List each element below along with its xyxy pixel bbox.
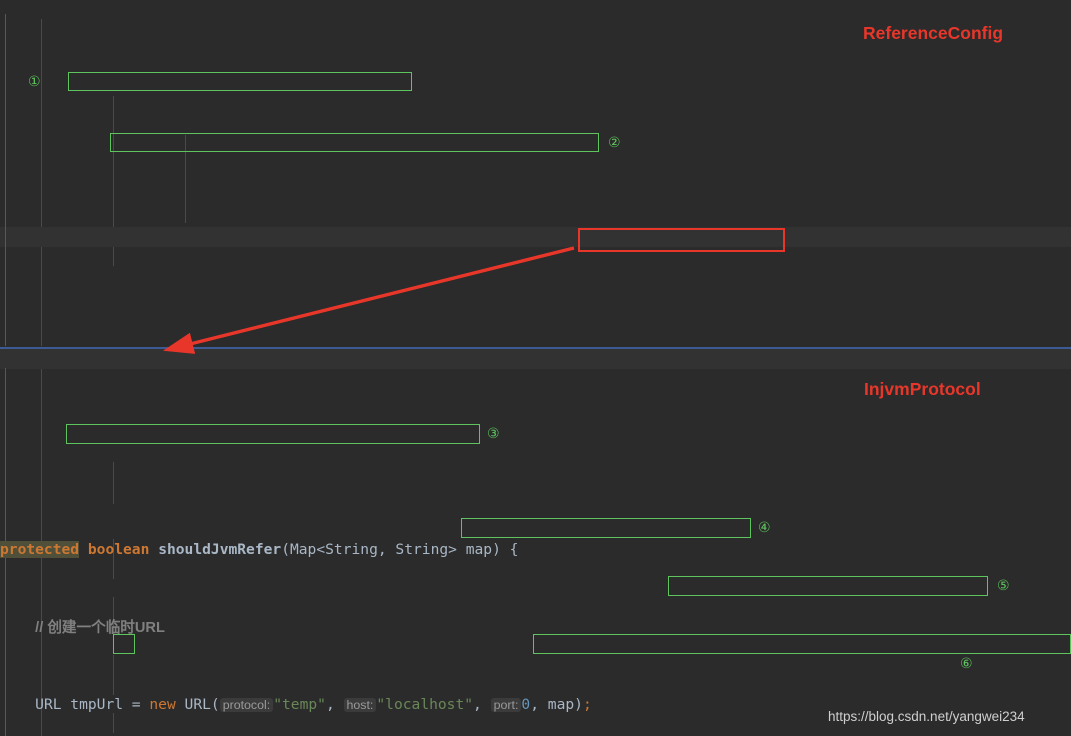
label-reference-config: ReferenceConfig <box>863 23 1004 43</box>
current-line-highlight <box>0 227 1071 247</box>
watermark-url: https://blog.csdn.net/yangwei234 <box>828 709 1025 724</box>
param-hint-port: port: <box>490 697 522 712</box>
step-marker-4: ④ <box>758 520 771 536</box>
indent-guide-3 <box>185 135 186 223</box>
code-lines: protected boolean shouldJvmRefer(Map<Str… <box>0 482 1071 736</box>
annotation-box-1 <box>68 72 412 91</box>
step-marker-2: ② <box>608 135 621 151</box>
indent-guide-1 <box>41 19 42 346</box>
step-marker-5: ⑤ <box>997 578 1010 594</box>
token-boolean: boolean <box>87 541 150 559</box>
annotation-box-2 <box>110 133 599 152</box>
token-method-name: shouldJvmRefer <box>158 541 282 559</box>
method-separator <box>0 347 1071 349</box>
code-line-2: // 创建一个临时URL <box>0 618 1071 637</box>
secondary-line-highlight <box>0 349 1071 369</box>
param-hint-protocol: protocol: <box>219 697 274 712</box>
label-injvm-protocol: InjvmProtocol <box>864 379 981 399</box>
code-line-1: protected boolean shouldJvmRefer(Map<Str… <box>0 541 519 559</box>
code-block-bar-top <box>5 14 6 346</box>
comment: // 创建一个临时URL <box>35 619 165 636</box>
annotation-box-3 <box>66 424 480 444</box>
step-marker-1: ① <box>28 74 41 90</box>
step-marker-3: ③ <box>487 426 500 442</box>
param-hint-host: host: <box>343 697 377 712</box>
step-marker-6: ⑥ <box>960 656 973 672</box>
code-editor[interactable]: protected boolean shouldJvmRefer(Map<Str… <box>0 0 1071 736</box>
token-protected: protected <box>0 541 80 559</box>
